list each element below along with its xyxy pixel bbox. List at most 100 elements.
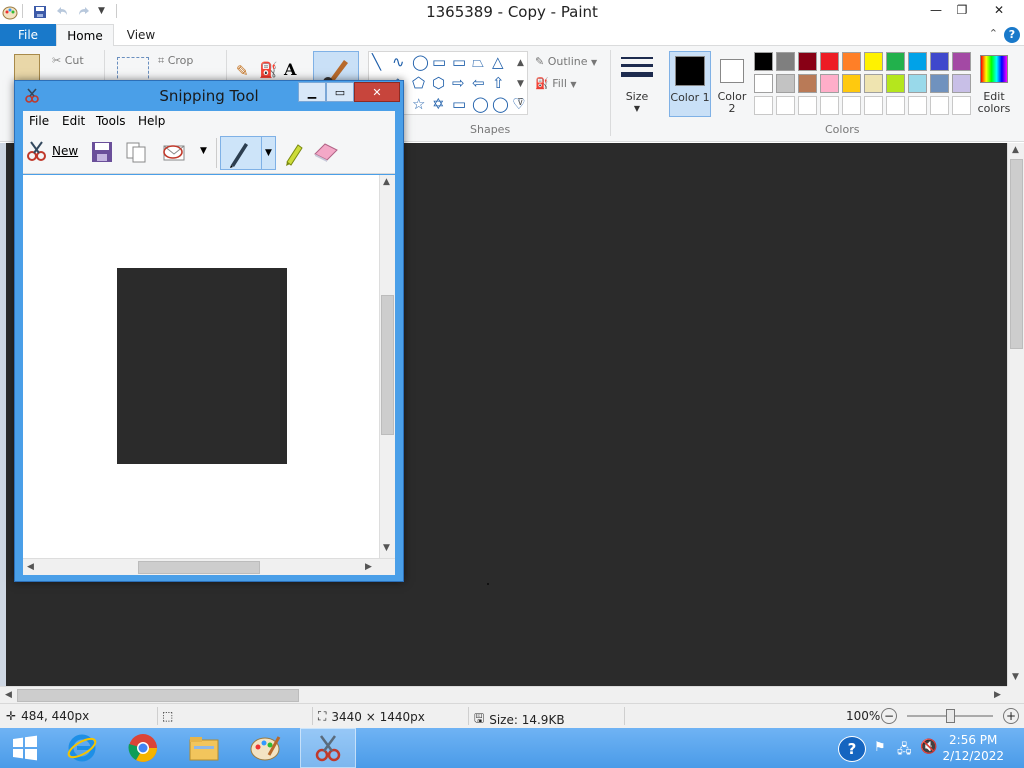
snipping-horizontal-scrollbar[interactable]: ◀ ▶ [23, 558, 395, 575]
palette-swatch[interactable] [886, 52, 905, 71]
snipping-horizontal-thumb[interactable] [138, 561, 260, 574]
shape-option[interactable]: ◯ [492, 96, 509, 112]
palette-swatch[interactable] [886, 74, 905, 93]
scroll-down-arrow-icon[interactable]: ▼ [1012, 672, 1019, 682]
help-tray-icon[interactable]: ? [838, 736, 866, 762]
fill-bucket-icon[interactable]: ⛽ [259, 61, 278, 79]
shape-option[interactable]: ☆ [412, 96, 425, 112]
outline-button[interactable]: ✎ Outline ▼ [535, 55, 597, 68]
palette-swatch[interactable] [754, 74, 773, 93]
scroll-left-arrow-icon[interactable]: ◀ [5, 690, 12, 700]
snipping-send-email-icon[interactable] [161, 140, 187, 167]
snipping-maximize-button[interactable]: ▭ [326, 82, 354, 102]
snipping-scroll-up-icon[interactable]: ▲ [383, 177, 390, 187]
snipping-scroll-left-icon[interactable]: ◀ [27, 562, 34, 572]
horizontal-scrollbar[interactable]: ◀ ▶ [0, 686, 1007, 703]
palette-swatch[interactable] [908, 52, 927, 71]
shape-option[interactable]: △ [492, 54, 504, 70]
shapes-scroll-up-icon[interactable]: ▲ [517, 58, 524, 68]
snipping-tool-title-bar[interactable]: Snipping Tool ▁ ▭ ✕ [15, 81, 403, 111]
snipping-menu-edit[interactable]: Edit [62, 114, 85, 128]
zoom-slider-thumb[interactable] [946, 709, 955, 723]
taskbar-chrome[interactable] [115, 728, 171, 768]
zoom-in-button[interactable]: + [1003, 708, 1019, 724]
crop-button[interactable]: ⌗ Crop [158, 54, 193, 68]
custom-color-slot[interactable] [864, 96, 883, 115]
vertical-scrollbar[interactable]: ▲ ▼ [1007, 143, 1024, 686]
snipping-save-icon[interactable] [90, 140, 114, 167]
shape-option[interactable]: ╲ [372, 54, 381, 70]
palette-swatch[interactable] [864, 74, 883, 93]
horizontal-scroll-thumb[interactable] [17, 689, 299, 702]
shape-option[interactable]: ⇨ [452, 75, 465, 91]
custom-color-slot[interactable] [952, 96, 971, 115]
volume-muted-icon[interactable]: 🔇 [920, 739, 937, 755]
send-dropdown-arrow-icon[interactable]: ▼ [200, 146, 207, 156]
close-button[interactable]: ✕ [976, 0, 1022, 20]
snipping-highlighter-icon[interactable] [281, 140, 305, 169]
snipping-close-button[interactable]: ✕ [354, 82, 400, 102]
taskbar-file-explorer[interactable] [176, 728, 232, 768]
ribbon-collapse-icon[interactable]: ⌃ [989, 27, 998, 40]
color1-button[interactable]: Color 1 [669, 51, 711, 117]
palette-swatch[interactable] [798, 52, 817, 71]
tab-home[interactable]: Home [56, 24, 114, 47]
shape-option[interactable]: ⬠ [412, 75, 425, 91]
snipping-minimize-button[interactable]: ▁ [298, 82, 326, 102]
action-center-flag-icon[interactable]: ⚑ [874, 740, 886, 755]
snipping-menu-help[interactable]: Help [138, 114, 165, 128]
custom-color-slot[interactable] [908, 96, 927, 115]
custom-color-slot[interactable] [798, 96, 817, 115]
taskbar-internet-explorer[interactable] [54, 728, 110, 768]
shape-option[interactable]: ◯ [472, 96, 489, 112]
shape-option[interactable]: ⇦ [472, 75, 485, 91]
snipping-vertical-thumb[interactable] [381, 295, 394, 435]
snipping-scroll-right-icon[interactable]: ▶ [365, 562, 372, 572]
shape-option[interactable]: ✡ [432, 96, 445, 112]
snipping-pen-button[interactable]: ▼ [220, 136, 276, 170]
help-icon[interactable]: ? [1004, 27, 1020, 43]
scroll-right-arrow-icon[interactable]: ▶ [994, 690, 1001, 700]
palette-swatch[interactable] [930, 74, 949, 93]
palette-swatch[interactable] [952, 74, 971, 93]
shapes-more-icon[interactable]: ⊽ [517, 98, 524, 108]
snipping-tool-window[interactable]: Snipping Tool ▁ ▭ ✕ File Edit Tools Help… [14, 80, 404, 582]
custom-color-slot[interactable] [842, 96, 861, 115]
shape-option[interactable]: ⬡ [432, 75, 445, 91]
snipping-menu-tools[interactable]: Tools [96, 114, 126, 128]
snipping-tool-app-icon[interactable] [24, 88, 40, 107]
network-icon[interactable]: 🖧 [897, 740, 912, 762]
palette-swatch[interactable] [776, 74, 795, 93]
taskbar-snipping-tool[interactable] [300, 728, 356, 768]
shape-option[interactable]: ▭ [452, 54, 466, 70]
snipping-scroll-down-icon[interactable]: ▼ [383, 543, 390, 553]
text-tool-icon[interactable]: A [284, 60, 296, 79]
palette-swatch[interactable] [776, 52, 795, 71]
palette-swatch[interactable] [952, 52, 971, 71]
size-button[interactable]: Size ▼ [620, 54, 654, 124]
palette-swatch[interactable] [864, 52, 883, 71]
palette-swatch[interactable] [908, 74, 927, 93]
shape-option[interactable]: ◯ [412, 54, 429, 70]
clock[interactable]: 2:56 PM 2/12/2022 [942, 732, 1004, 764]
palette-swatch[interactable] [930, 52, 949, 71]
pencil-icon[interactable]: ✎ [236, 62, 249, 80]
snipping-eraser-icon[interactable] [313, 142, 339, 165]
vertical-scroll-thumb[interactable] [1010, 159, 1023, 349]
cut-button[interactable]: ✂ Cut [52, 54, 84, 67]
custom-color-slot[interactable] [820, 96, 839, 115]
zoom-out-button[interactable]: − [881, 708, 897, 724]
scroll-up-arrow-icon[interactable]: ▲ [1012, 145, 1019, 155]
shape-option[interactable]: ⇧ [492, 75, 505, 91]
start-button[interactable] [0, 728, 50, 768]
snipping-vertical-scrollbar[interactable]: ▲ ▼ [379, 175, 395, 558]
restore-button[interactable]: ❐ [946, 0, 978, 20]
fill-button[interactable]: ⛽ Fill ▼ [535, 77, 577, 90]
palette-swatch[interactable] [842, 74, 861, 93]
palette-swatch[interactable] [820, 52, 839, 71]
palette-swatch[interactable] [820, 74, 839, 93]
edit-colors-button[interactable]: Edit colors [977, 51, 1011, 121]
custom-color-slot[interactable] [886, 96, 905, 115]
custom-color-slot[interactable] [930, 96, 949, 115]
pen-dropdown-arrow-icon[interactable]: ▼ [261, 137, 275, 169]
